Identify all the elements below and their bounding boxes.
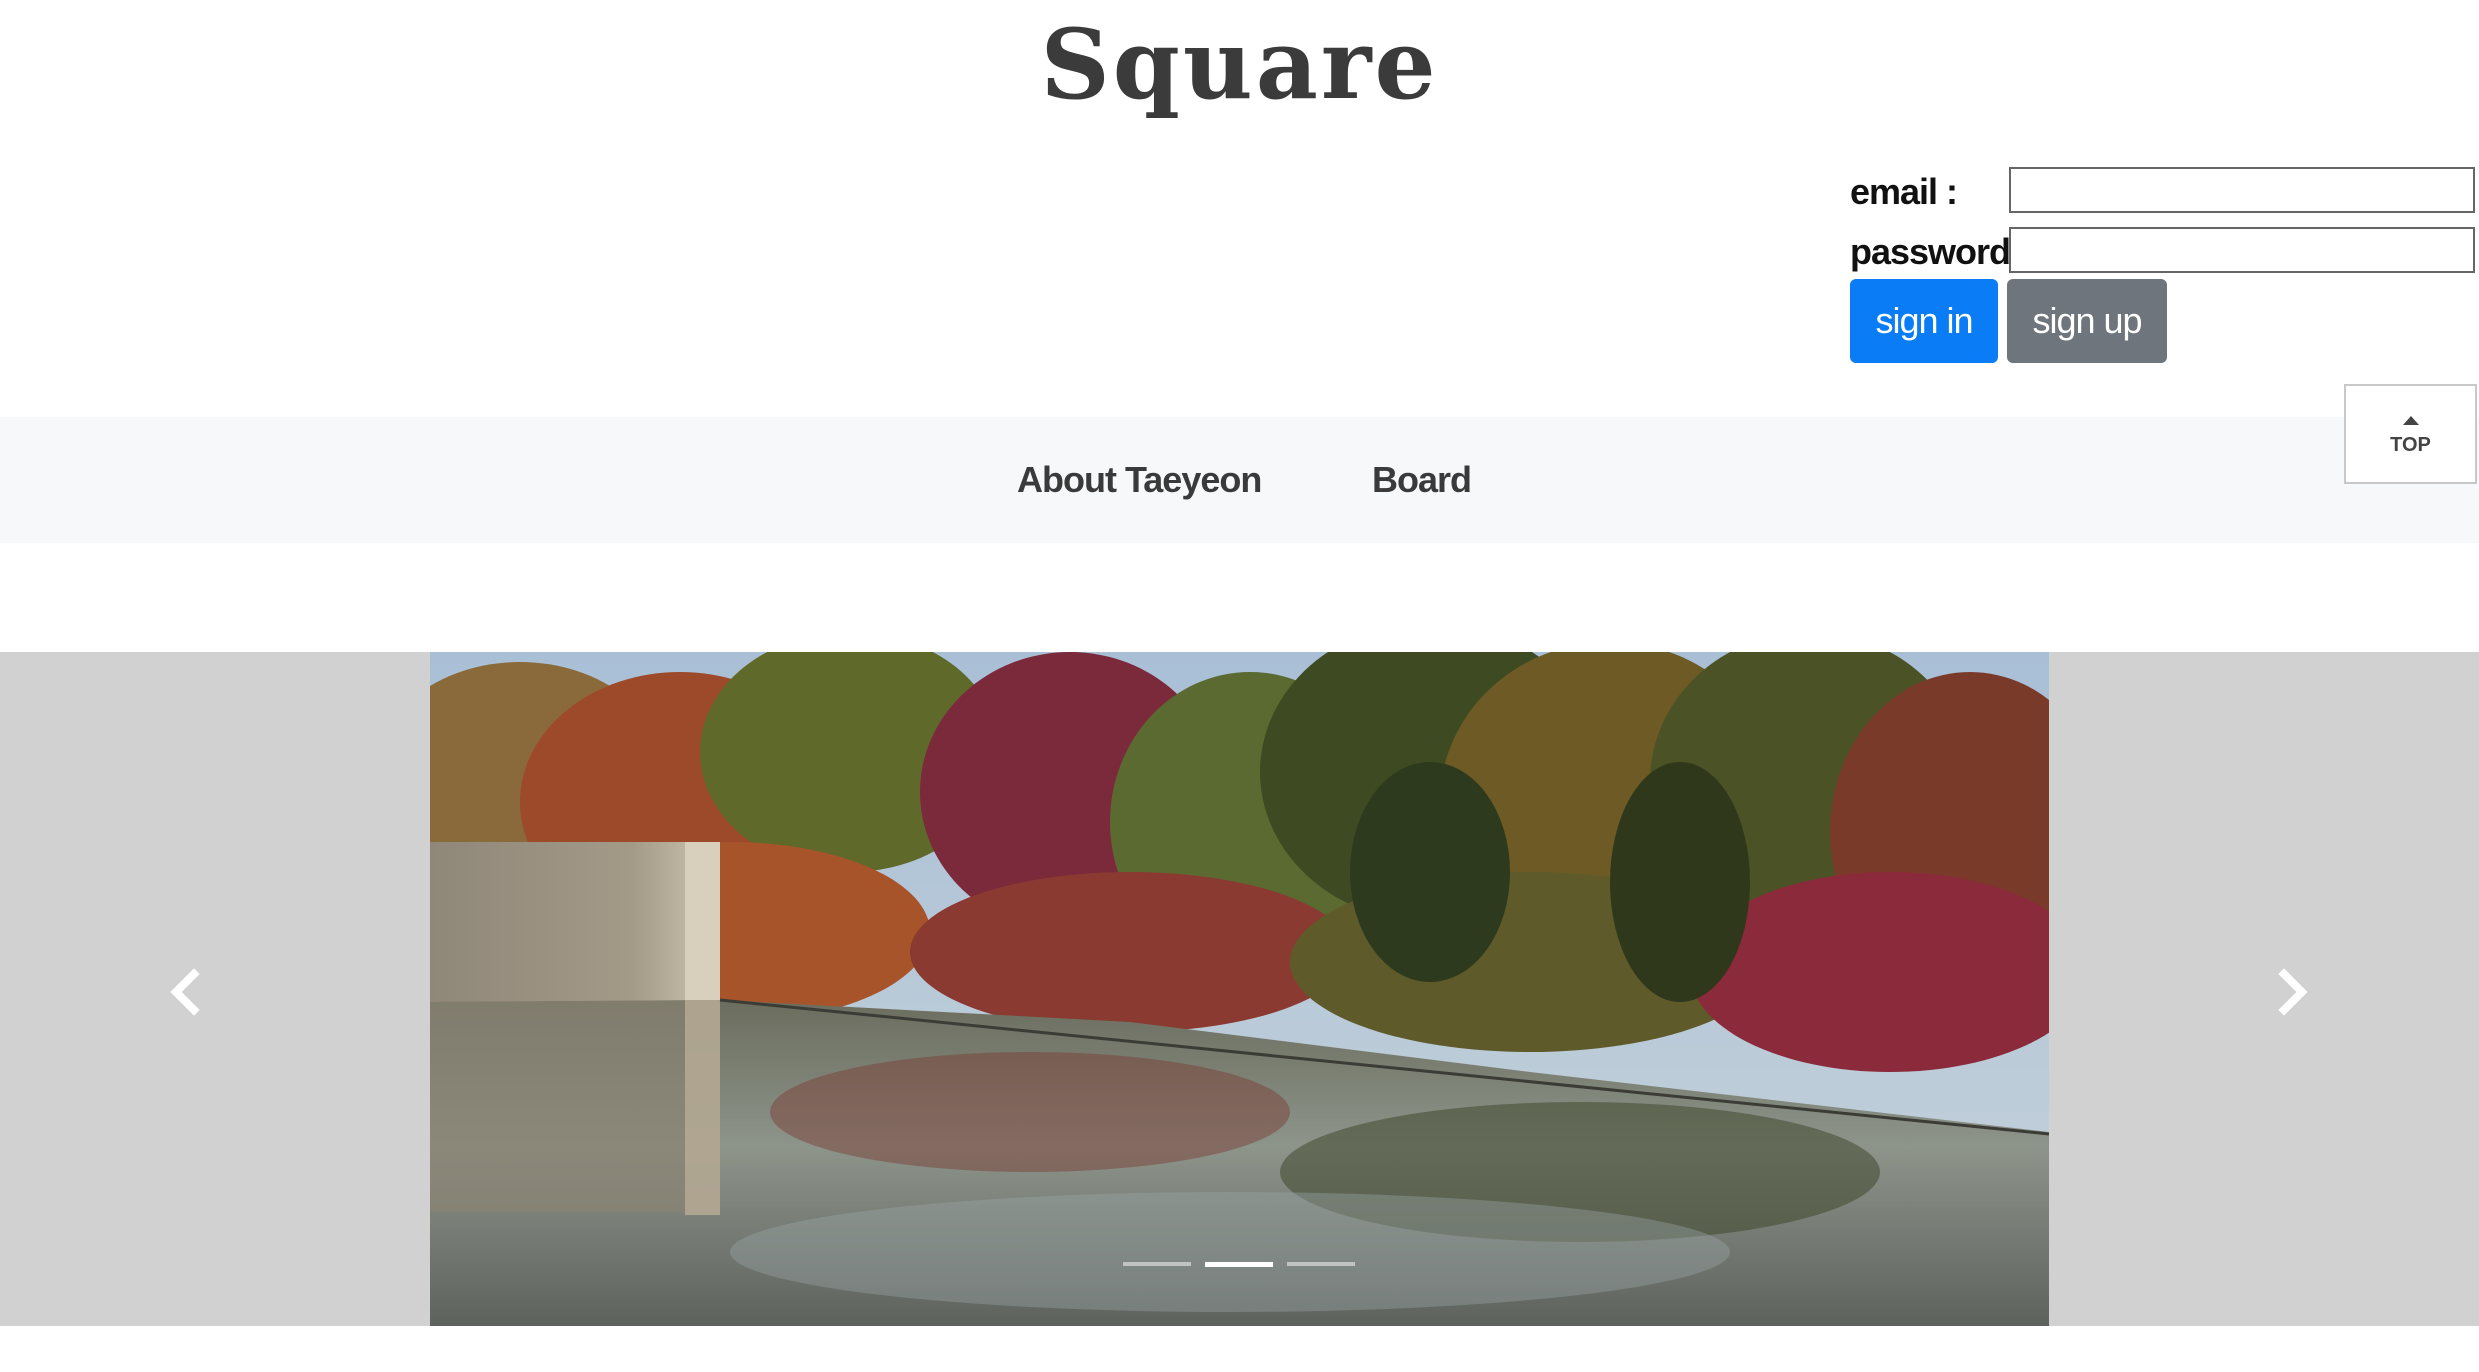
scroll-top-button[interactable]: TOP — [2344, 384, 2477, 484]
carousel-prev-button[interactable] — [146, 952, 226, 1032]
landscape-photo — [430, 652, 2049, 1326]
image-carousel — [0, 652, 2479, 1326]
chevron-right-icon — [2278, 968, 2308, 1016]
email-label: email : — [1850, 171, 1958, 212]
nav-item-about-taeyeon[interactable]: About Taeyeon — [1017, 459, 1262, 501]
carousel-indicator-active[interactable] — [1205, 1262, 1273, 1267]
login-form: email : password : sign in sign up — [1850, 165, 2479, 365]
carousel-next-button[interactable] — [2252, 952, 2332, 1032]
carousel-indicator[interactable] — [1287, 1262, 1355, 1266]
carousel-slide-image — [430, 652, 2049, 1326]
arrow-up-icon — [2403, 416, 2419, 425]
top-label: TOP — [2390, 434, 2431, 456]
carousel-indicators — [1123, 1262, 1363, 1272]
site-title: Square — [1040, 8, 1439, 121]
main-nav: About Taeyeon Board — [0, 417, 2479, 543]
password-label: password : — [1850, 231, 2031, 272]
password-field[interactable] — [2009, 227, 2475, 273]
email-field[interactable] — [2009, 167, 2475, 213]
chevron-left-icon — [170, 968, 200, 1016]
sign-in-button[interactable]: sign in — [1850, 279, 1998, 363]
carousel-indicator[interactable] — [1123, 1262, 1191, 1266]
nav-item-board[interactable]: Board — [1372, 459, 1472, 501]
sign-up-button[interactable]: sign up — [2007, 279, 2167, 363]
